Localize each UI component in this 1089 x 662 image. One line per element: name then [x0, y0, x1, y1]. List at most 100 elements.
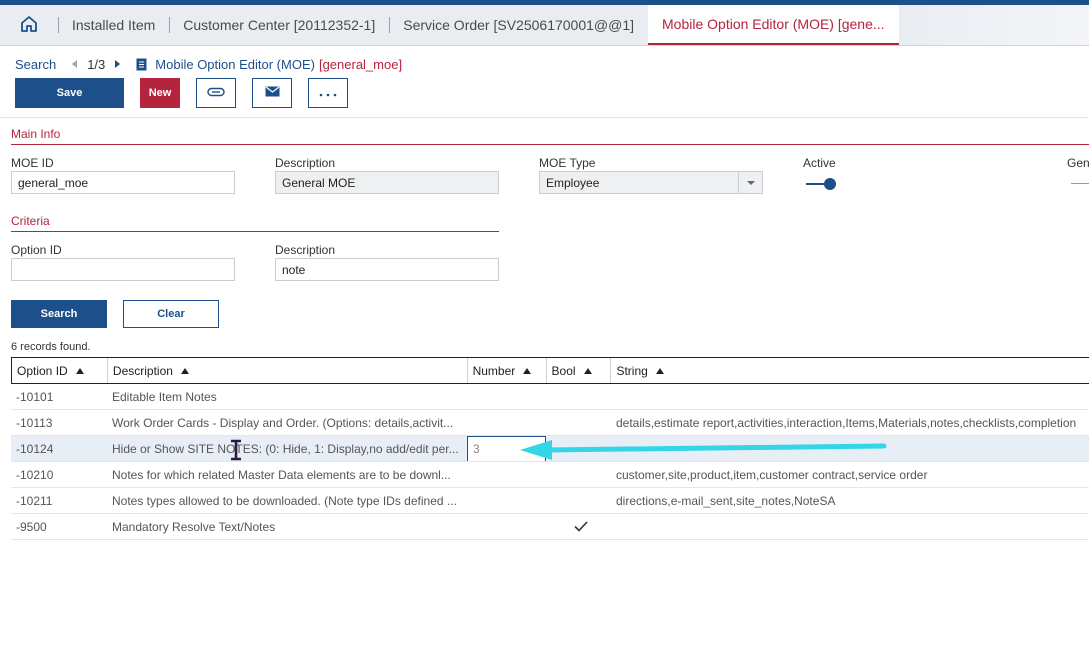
description-field: General MOE — [275, 171, 499, 194]
column-label: Option ID — [17, 363, 68, 378]
column-header-option-id[interactable]: Option ID — [12, 358, 108, 383]
tab-label: Installed Item — [72, 17, 156, 33]
record-id: [general_moe] — [318, 56, 403, 72]
table-row[interactable]: -10210 Notes for which related Master Da… — [11, 462, 1089, 488]
checkmark-icon — [551, 521, 611, 532]
bool-cell[interactable] — [546, 462, 611, 487]
more-actions-button[interactable] — [308, 78, 348, 108]
tab-service-order[interactable]: Service Order [SV2506170001@@1] — [389, 5, 648, 45]
option-id-cell: -10211 — [16, 493, 53, 508]
string-cell[interactable] — [611, 514, 1089, 539]
bool-cell[interactable] — [546, 488, 611, 513]
string-cell[interactable]: customer,site,product,item,customer cont… — [611, 462, 1089, 487]
description-label: Description — [275, 156, 336, 170]
main-info-divider — [11, 144, 1089, 145]
clipped-toggle[interactable] — [1071, 183, 1089, 184]
table-row-selected[interactable]: -10124 Hide or Show SITE NOTES: (0: Hide… — [11, 436, 1089, 462]
description-text: Editable Item Notes — [112, 389, 217, 404]
record-count: 6 records found. — [11, 341, 91, 353]
tab-mobile-option-editor[interactable]: Mobile Option Editor (MOE) [gene... — [648, 5, 899, 45]
email-button[interactable] — [252, 78, 292, 108]
bool-cell[interactable] — [546, 436, 611, 461]
ellipsis-icon — [319, 86, 337, 100]
description-text: Notes types allowed to be downloaded. (N… — [112, 493, 457, 508]
table-row[interactable]: -10211 Notes types allowed to be downloa… — [11, 488, 1089, 514]
sort-ascending-icon — [655, 367, 664, 374]
attach-button[interactable] — [196, 78, 236, 108]
next-record-icon[interactable] — [115, 60, 121, 68]
column-header-bool[interactable]: Bool — [547, 358, 612, 383]
moe-id-label: MOE ID — [11, 156, 54, 170]
tab-installed-item[interactable]: Installed Item — [58, 5, 169, 45]
toolbar-divider — [0, 117, 1089, 118]
string-cell[interactable] — [611, 436, 1089, 461]
criteria-title: Criteria — [11, 214, 50, 228]
tab-label: Mobile Option Editor (MOE) [gene... — [662, 16, 885, 32]
results-table: Option ID Description Number Bool String… — [11, 357, 1089, 540]
column-header-number[interactable]: Number — [468, 358, 547, 383]
table-row[interactable]: -10101 Editable Item Notes — [11, 384, 1089, 410]
active-toggle[interactable] — [806, 177, 840, 191]
column-label: String — [616, 363, 648, 378]
sort-ascending-icon — [75, 367, 84, 374]
description-cell: Mandatory Resolve Text/Notes — [107, 514, 467, 539]
number-cell[interactable] — [467, 384, 546, 409]
bool-cell[interactable] — [546, 514, 611, 539]
breadcrumb: Search 1/3 Mobile Option Editor (MOE) [g… — [15, 56, 402, 72]
number-cell[interactable] — [467, 514, 546, 539]
new-button[interactable]: New — [140, 78, 180, 108]
criteria-description-label: Description — [275, 243, 336, 257]
moe-id-field[interactable]: general_moe — [11, 171, 235, 194]
number-cell[interactable]: 3 — [467, 436, 546, 461]
string-text: details,estimate report,activities,inter… — [616, 415, 1077, 430]
description-cell: Notes for which related Master Data elem… — [107, 462, 467, 487]
moe-type-label: MOE Type — [539, 156, 596, 170]
string-cell[interactable]: directions,e-mail_sent,site_notes,NoteSA — [611, 488, 1089, 513]
string-text: directions,e-mail_sent,site_notes,NoteSA — [616, 493, 836, 508]
string-cell[interactable] — [611, 384, 1089, 409]
bool-cell[interactable] — [546, 384, 611, 409]
string-text: customer,site,product,item,customer cont… — [616, 467, 928, 482]
description-text: Hide or Show SITE NOTES: (0: Hide, 1: Di… — [112, 441, 459, 456]
option-id-cell: -10210 — [16, 467, 54, 482]
previous-record-icon[interactable] — [72, 60, 78, 68]
active-label: Active — [803, 156, 836, 170]
clear-button[interactable]: Clear — [123, 300, 219, 328]
tab-bar-filler — [898, 5, 1089, 45]
description-text: Mandatory Resolve Text/Notes — [112, 519, 276, 534]
bool-cell[interactable] — [546, 410, 611, 435]
chevron-down-icon[interactable] — [738, 172, 762, 193]
table-row[interactable]: -9500 Mandatory Resolve Text/Notes — [11, 514, 1089, 540]
description-cell: Notes types allowed to be downloaded. (N… — [107, 488, 467, 513]
paperclip-icon — [207, 86, 225, 100]
save-button[interactable]: Save — [15, 78, 124, 108]
option-id-cell: -10124 — [16, 441, 54, 456]
text-cursor-icon — [231, 439, 241, 461]
option-id-cell: -10113 — [16, 415, 53, 430]
option-id-cell: -10101 — [16, 389, 54, 404]
table-row[interactable]: -10113 Work Order Cards - Display and Or… — [11, 410, 1089, 436]
column-label: Bool — [551, 363, 576, 378]
tab-customer-center[interactable]: Customer Center [20112352-1] — [169, 5, 389, 45]
column-header-string[interactable]: String — [611, 358, 1089, 383]
home-tab[interactable] — [0, 5, 58, 45]
tab-label: Customer Center [20112352-1] — [183, 17, 376, 33]
number-edit-input[interactable]: 3 — [467, 436, 546, 461]
option-id-input[interactable] — [11, 258, 235, 281]
tab-label: Service Order [SV2506170001@@1] — [403, 17, 635, 33]
search-button[interactable]: Search — [11, 300, 107, 328]
column-header-description[interactable]: Description — [108, 358, 468, 383]
moe-type-value: Employee — [546, 176, 600, 190]
string-cell[interactable]: details,estimate report,activities,inter… — [611, 410, 1089, 435]
toolbar: Save New — [15, 78, 348, 108]
description-cell: Work Order Cards - Display and Order. (O… — [107, 410, 467, 435]
number-cell[interactable] — [467, 462, 546, 487]
moe-type-select[interactable]: Employee — [539, 171, 763, 194]
criteria-description-input[interactable]: note — [275, 258, 499, 281]
sort-ascending-icon — [180, 367, 189, 374]
search-link[interactable]: Search — [15, 57, 56, 72]
tab-bar: Installed Item Customer Center [20112352… — [0, 5, 1089, 46]
number-cell[interactable] — [467, 488, 546, 513]
number-cell[interactable] — [467, 410, 546, 435]
home-icon[interactable] — [19, 14, 39, 37]
